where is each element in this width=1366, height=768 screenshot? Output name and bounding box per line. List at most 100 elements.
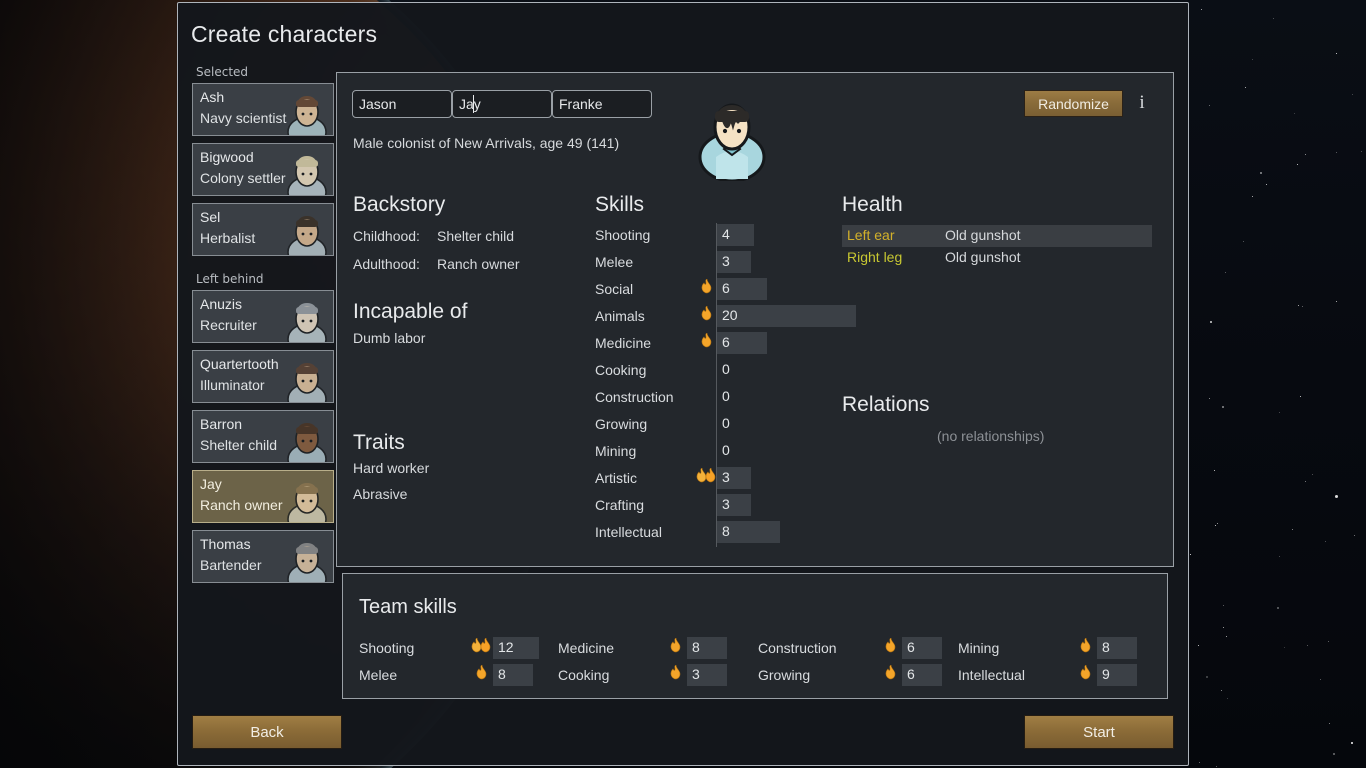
health-list: Left ear Old gunshot Right leg Old gunshot	[842, 225, 1152, 269]
health-condition: Old gunshot	[945, 249, 1021, 265]
skill-value: 20	[722, 307, 738, 323]
skill-name: Crafting	[595, 497, 645, 513]
pawn-card-portrait	[287, 96, 327, 135]
incapable-heading: Incapable of	[353, 300, 468, 323]
pawn-portrait-svg	[698, 103, 766, 183]
childhood-label: Childhood:	[353, 228, 420, 244]
relations-heading: Relations	[842, 393, 930, 416]
roster-group-selected-label: Selected	[196, 65, 249, 79]
skill-row-medicine[interactable]: Medicine 6	[595, 331, 865, 358]
skill-name: Artistic	[595, 470, 637, 486]
team-skill-name: Melee	[359, 667, 398, 683]
start-button[interactable]: Start	[1024, 715, 1174, 749]
passion-flame-icon	[701, 332, 711, 348]
pawn-card-anuzis[interactable]: Anuzis Recruiter	[192, 290, 334, 343]
skills-heading: Skills	[595, 193, 645, 216]
pawn-card-portrait	[287, 216, 327, 255]
info-icon[interactable]: i	[1135, 89, 1149, 117]
team-skill-row-melee: Melee 8	[359, 663, 549, 690]
randomize-button[interactable]: Randomize	[1024, 90, 1123, 117]
skill-axis-divider	[716, 439, 717, 466]
skill-row-cooking[interactable]: Cooking 0	[595, 358, 865, 385]
health-row[interactable]: Left ear Old gunshot	[842, 225, 1152, 247]
skill-passion	[695, 332, 717, 354]
skill-row-mining[interactable]: Mining 0	[595, 439, 865, 466]
skill-row-artistic[interactable]: Artistic 3	[595, 466, 865, 493]
colonist-roster-sidebar: Selected Ash Navy scientist Bigwood Colony …	[192, 65, 334, 590]
nickname-input[interactable]	[452, 90, 552, 118]
pawn-card-backstory: Illuminator	[200, 377, 265, 393]
passion-flame-icon	[696, 467, 716, 483]
skill-row-intellectual[interactable]: Intellectual 8	[595, 520, 865, 547]
team-skill-row-intellectual: Intellectual 9	[958, 663, 1148, 690]
health-row[interactable]: Right leg Old gunshot	[842, 247, 1152, 269]
pawn-card-name: Ash	[200, 89, 225, 105]
team-skill-row-mining: Mining 8	[958, 636, 1148, 663]
skill-row-animals[interactable]: Animals 20	[595, 304, 865, 331]
pawn-card-thomas[interactable]: Thomas Bartender	[192, 530, 334, 583]
roster-selected-list: Ash Navy scientist Bigwood Colony settler Se…	[192, 83, 334, 256]
adulthood-value[interactable]: Ranch owner	[437, 256, 520, 272]
skill-row-growing[interactable]: Growing 0	[595, 412, 865, 439]
passion-flame-icon	[885, 637, 895, 653]
team-skill-name: Intellectual	[958, 667, 1025, 683]
skill-value: 6	[722, 280, 730, 296]
page-title: Create characters	[191, 21, 378, 47]
pawn-description: Male colonist of New Arrivals, age 49 (1…	[353, 135, 620, 151]
skill-name: Social	[595, 281, 634, 297]
skill-axis-divider	[716, 358, 717, 385]
team-skills-column-1: Medicine 8 Cooking 3	[558, 636, 748, 690]
skill-passion	[695, 467, 717, 489]
health-body-part: Right leg	[847, 249, 903, 265]
pawn-card-portrait	[287, 363, 327, 402]
skill-value: 0	[722, 415, 730, 431]
pawn-card-barron[interactable]: Barron Shelter child	[192, 410, 334, 463]
pawn-card-name: Quartertooth	[200, 356, 279, 372]
team-skill-value: 8	[692, 639, 700, 655]
pawn-card-bigwood[interactable]: Bigwood Colony settler	[192, 143, 334, 196]
team-skill-name: Growing	[758, 667, 811, 683]
pawn-detail-panel: Male colonist of New Arrivals, age 49 (1…	[336, 72, 1174, 567]
passion-flame-icon	[701, 278, 711, 294]
skill-row-construction[interactable]: Construction 0	[595, 385, 865, 412]
back-button[interactable]: Back	[192, 715, 342, 749]
health-body-part: Left ear	[847, 227, 895, 243]
pawn-card-name: Anuzis	[200, 296, 243, 312]
skill-row-melee[interactable]: Melee 3	[595, 250, 865, 277]
skill-axis-divider	[716, 385, 717, 412]
pawn-card-ash[interactable]: Ash Navy scientist	[192, 83, 334, 136]
skill-name: Mining	[595, 443, 637, 459]
skill-value: 0	[722, 442, 730, 458]
team-skill-value: 9	[1102, 666, 1110, 682]
team-skill-passion	[878, 664, 902, 686]
last-name-input[interactable]	[552, 90, 652, 118]
pawn-card-quartertooth[interactable]: Quartertooth Illuminator	[192, 350, 334, 403]
pawn-card-backstory: Ranch owner	[200, 497, 283, 513]
team-skill-value: 8	[498, 666, 506, 682]
pawn-card-jay[interactable]: Jay Ranch owner	[192, 470, 334, 523]
skill-name: Growing	[595, 416, 648, 432]
passion-flame-icon	[670, 637, 680, 653]
skill-row-social[interactable]: Social 6	[595, 277, 865, 304]
skill-row-crafting[interactable]: Crafting 3	[595, 493, 865, 520]
team-skill-value: 8	[1102, 639, 1110, 655]
skill-name: Medicine	[595, 335, 652, 351]
pawn-card-name: Bigwood	[200, 149, 254, 165]
passion-flame-icon	[1080, 664, 1090, 680]
pawn-card-portrait	[287, 423, 327, 462]
trait-item-1[interactable]: Abrasive	[353, 486, 407, 502]
passion-flame-icon	[1080, 637, 1090, 653]
pawn-card-sel[interactable]: Sel Herbalist	[192, 203, 334, 256]
first-name-input[interactable]	[352, 90, 452, 118]
team-skills-column-0: Shooting 12 Melee 8	[359, 636, 549, 690]
trait-item-0[interactable]: Hard worker	[353, 460, 429, 476]
skill-value: 6	[722, 334, 730, 350]
skill-value: 8	[722, 523, 730, 539]
childhood-value[interactable]: Shelter child	[437, 228, 514, 244]
health-condition: Old gunshot	[945, 227, 1021, 243]
skill-passion	[695, 305, 717, 327]
skill-row-shooting[interactable]: Shooting 4	[595, 223, 865, 250]
team-skill-name: Cooking	[558, 667, 610, 683]
skill-value: 3	[722, 469, 730, 485]
team-skill-passion	[469, 637, 493, 659]
